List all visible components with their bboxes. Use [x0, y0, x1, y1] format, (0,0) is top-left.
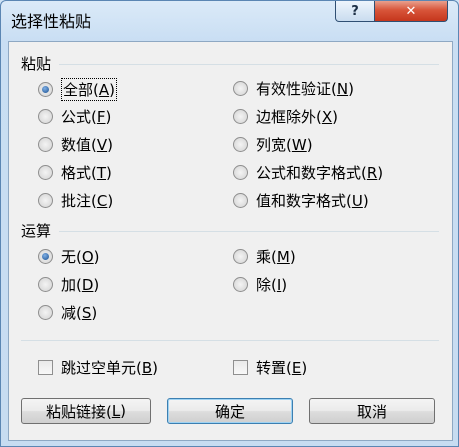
paste-section-label: 粘贴	[21, 55, 52, 73]
radio[interactable]	[233, 81, 248, 96]
help-button[interactable]: ?	[335, 1, 375, 22]
paste-option-values[interactable]: 数值(V)	[38, 134, 113, 155]
checkbox[interactable]	[38, 360, 53, 375]
paste-link-button[interactable]: 粘贴链接(L)	[21, 398, 151, 424]
operation-option-none[interactable]: 无(O)	[38, 246, 100, 267]
radio[interactable]	[233, 193, 248, 208]
operation-option-add[interactable]: 加(D)	[38, 274, 99, 295]
radio[interactable]	[38, 165, 53, 180]
paste-option-comments[interactable]: 批注(C)	[38, 190, 113, 211]
paste-option-values-and-number-formats[interactable]: 值和数字格式(U)	[233, 190, 369, 211]
paste-option-formats[interactable]: 格式(T)	[38, 162, 112, 183]
close-icon: ✕	[405, 3, 417, 19]
paste-separator	[59, 64, 439, 65]
paste-option-all[interactable]: 全部(A)	[38, 78, 117, 101]
radio[interactable]	[233, 277, 248, 292]
window-title: 选择性粘贴	[11, 12, 92, 31]
paste-option-column-widths[interactable]: 列宽(W)	[233, 134, 313, 155]
operation-separator	[59, 231, 439, 232]
help-icon: ?	[351, 3, 359, 19]
skip-blanks-checkbox[interactable]: 跳过空单元(B)	[38, 357, 158, 378]
radio-selected[interactable]	[38, 82, 53, 97]
operation-option-subtract[interactable]: 减(S)	[38, 302, 97, 323]
transpose-checkbox[interactable]: 转置(E)	[233, 357, 307, 378]
paste-option-formulas-and-number-formats[interactable]: 公式和数字格式(R)	[233, 162, 383, 183]
radio[interactable]	[233, 165, 248, 180]
operation-section-label: 运算	[21, 222, 52, 240]
operation-option-divide[interactable]: 除(I)	[233, 274, 287, 295]
checkbox-separator	[21, 340, 439, 341]
dialog-body: 粘贴 全部(A) 公式(F) 数值(V) 格式(T) 批注(C) 有效性验证(N…	[8, 41, 453, 441]
title-bar: 选择性粘贴 ? ✕	[1, 1, 458, 35]
checkbox[interactable]	[233, 360, 248, 375]
radio[interactable]	[233, 137, 248, 152]
operation-option-multiply[interactable]: 乘(M)	[233, 246, 296, 267]
paste-option-formulas[interactable]: 公式(F)	[38, 106, 111, 127]
paste-option-validation[interactable]: 有效性验证(N)	[233, 78, 354, 99]
radio[interactable]	[38, 137, 53, 152]
radio[interactable]	[38, 109, 53, 124]
close-button[interactable]: ✕	[374, 1, 448, 22]
radio[interactable]	[38, 193, 53, 208]
ok-button[interactable]: 确定	[167, 398, 293, 424]
radio[interactable]	[38, 305, 53, 320]
radio[interactable]	[233, 249, 248, 264]
cancel-button[interactable]: 取消	[309, 398, 435, 424]
paste-option-all-except-borders[interactable]: 边框除外(X)	[233, 106, 338, 127]
radio-selected[interactable]	[38, 249, 53, 264]
radio[interactable]	[233, 109, 248, 124]
paste-special-dialog: 选择性粘贴 ? ✕ 粘贴 全部(A) 公式(F) 数值(V) 格式(T)	[0, 0, 459, 447]
radio[interactable]	[38, 277, 53, 292]
